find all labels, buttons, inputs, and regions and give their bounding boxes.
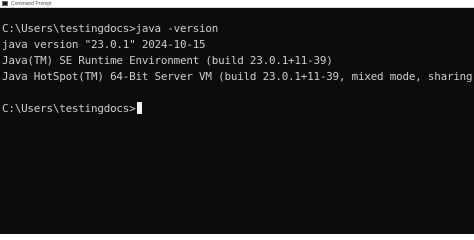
- text-cursor: [136, 102, 142, 114]
- command-prompt-window: Command Prompt C:\Users\testingdocs>java…: [0, 0, 474, 234]
- title-bar[interactable]: Command Prompt: [0, 0, 474, 8]
- console-line-java-version: java version "23.0.1" 2024-10-15: [2, 38, 206, 51]
- window-title: Command Prompt: [11, 0, 52, 7]
- console-line-runtime-environment: Java(TM) SE Runtime Environment (build 2…: [2, 54, 333, 67]
- console-line-command: C:\Users\testingdocs>java -version: [2, 22, 219, 35]
- console-icon: [2, 1, 8, 6]
- console-output-area[interactable]: C:\Users\testingdocs>java -version java …: [0, 8, 474, 234]
- console-prompt-line[interactable]: C:\Users\testingdocs>: [2, 101, 474, 117]
- prompt-text: C:\Users\testingdocs>: [2, 102, 136, 115]
- console-text: C:\Users\testingdocs>java -version java …: [2, 21, 474, 117]
- console-line-hotspot-vm: Java HotSpot(TM) 64-Bit Server VM (build…: [2, 70, 474, 83]
